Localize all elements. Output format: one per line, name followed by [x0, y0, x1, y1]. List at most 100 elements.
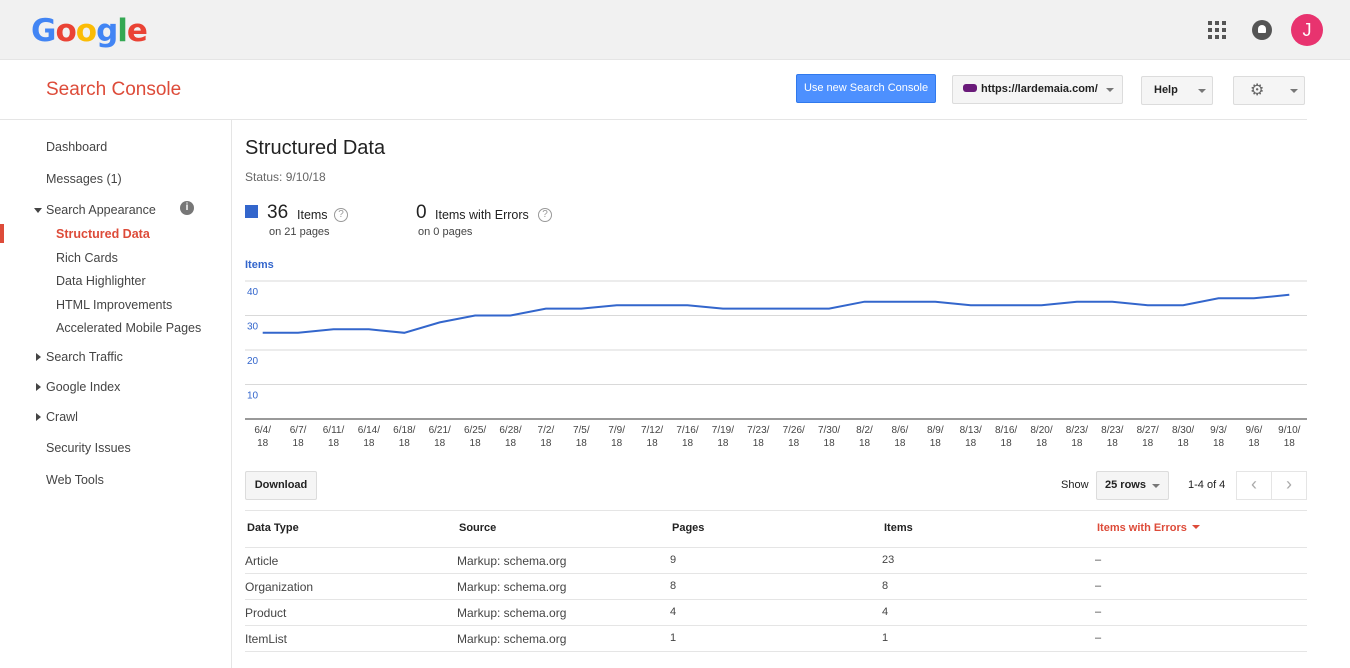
column-header-source[interactable]: Source: [459, 522, 496, 534]
items-count: 36: [267, 202, 289, 223]
data-point: [438, 320, 442, 324]
help-circle-icon[interactable]: ?: [334, 208, 348, 222]
data-point: [686, 303, 690, 307]
page-title: Structured Data: [245, 137, 386, 159]
column-header-items[interactable]: Items: [884, 522, 913, 534]
column-header-items-with-errors[interactable]: Items with Errors: [1097, 522, 1200, 534]
data-point: [509, 314, 513, 318]
x-tick-label: 6/25/: [464, 425, 486, 436]
avatar[interactable]: J: [1291, 14, 1323, 46]
x-tick-label: 9/3/: [1210, 425, 1227, 436]
bell-icon[interactable]: [1252, 20, 1272, 40]
x-tick-label: 8/20/: [1030, 425, 1052, 436]
x-tick-label: 8/23/: [1101, 425, 1123, 436]
logo-letter: g: [96, 13, 118, 49]
download-button[interactable]: Download: [245, 471, 317, 500]
sidebar-item-html-improvements[interactable]: HTML Improvements: [56, 298, 172, 312]
site-selector[interactable]: https://lardemaia.com/: [952, 75, 1123, 104]
x-tick-label: 18: [257, 438, 269, 449]
info-icon[interactable]: i: [180, 201, 194, 215]
table-cell[interactable]: ItemList: [245, 632, 287, 646]
sidebar-item-security-issues[interactable]: Security Issues: [46, 441, 131, 455]
table-row-divider: [245, 599, 1307, 600]
site-url: https://lardemaia.com/: [981, 83, 1098, 95]
data-point: [721, 307, 725, 311]
rows-per-page-select[interactable]: 25 rows: [1096, 471, 1169, 500]
x-tick-label: 6/21/: [429, 425, 451, 436]
items-pages: on 21 pages: [269, 226, 330, 238]
x-tick-label: 9/10/: [1278, 425, 1300, 436]
data-point: [615, 303, 619, 307]
table-cell: 4: [882, 606, 889, 618]
show-label: Show: [1061, 479, 1089, 491]
table-cell[interactable]: Organization: [245, 580, 313, 594]
data-point: [898, 300, 902, 304]
items-line-chart[interactable]: 10 20 30 40 6/4/18 6/7/18 6/11/18 6/14/18 6/18/1…: [240, 278, 1310, 453]
table-cell: Markup: schema.org: [457, 580, 567, 594]
data-point: [367, 327, 371, 331]
top-bar: Google J: [0, 0, 1350, 60]
sidebar-item-web-tools[interactable]: Web Tools: [46, 473, 104, 487]
sidebar-item-rich-cards[interactable]: Rich Cards: [56, 251, 118, 265]
chevron-left-icon[interactable]: ‹: [1236, 471, 1272, 500]
triangle-right-icon: [36, 383, 41, 391]
x-tick-label: 18: [1107, 438, 1119, 449]
data-point: [792, 307, 796, 311]
sidebar-item-structured-data[interactable]: Structured Data: [56, 227, 150, 241]
data-point: [1146, 303, 1150, 307]
sidebar-item-search-traffic[interactable]: Search Traffic: [46, 350, 123, 364]
sidebar-item-google-index[interactable]: Google Index: [46, 380, 120, 394]
sidebar-item-crawl[interactable]: Crawl: [46, 410, 78, 424]
x-tick-label: 18: [894, 438, 906, 449]
data-point: [933, 300, 937, 304]
x-tick-label: 18: [965, 438, 977, 449]
sidebar-item-data-highlighter[interactable]: Data Highlighter: [56, 274, 146, 288]
data-point: [827, 307, 831, 311]
column-header-data-type[interactable]: Data Type: [247, 522, 299, 534]
sort-down-icon: [1191, 525, 1200, 530]
x-tick-label: 18: [1001, 438, 1013, 449]
help-button[interactable]: Help: [1141, 76, 1213, 105]
errors-count: 0: [416, 202, 427, 223]
chart-label: Items: [245, 259, 274, 271]
x-tick-label: 18: [1213, 438, 1225, 449]
table-row-divider: [245, 651, 1307, 652]
x-tick-label: 18: [1284, 438, 1296, 449]
x-tick-label: 18: [363, 438, 375, 449]
use-new-console-button[interactable]: Use new Search Console: [796, 74, 936, 103]
sidebar-item-messages[interactable]: Messages (1): [46, 172, 122, 186]
table-cell: 9: [670, 554, 677, 566]
sidebar-item-dashboard[interactable]: Dashboard: [46, 140, 107, 154]
data-point: [296, 331, 300, 335]
app-title[interactable]: Search Console: [46, 79, 181, 101]
x-tick-label: 18: [788, 438, 800, 449]
table-cell[interactable]: Article: [245, 554, 278, 568]
help-circle-icon[interactable]: ?: [538, 208, 552, 222]
x-tick-label: 6/14/: [358, 425, 380, 436]
x-tick-label: 18: [1248, 438, 1260, 449]
settings-button[interactable]: ⚙: [1233, 76, 1305, 105]
x-tick-label: 18: [1036, 438, 1048, 449]
series-legend-swatch[interactable]: [245, 205, 258, 218]
help-label: Help: [1154, 84, 1178, 96]
data-point: [402, 331, 406, 335]
x-tick-label: 7/9/: [608, 425, 625, 436]
data-point: [969, 303, 973, 307]
sidebar-item-amp[interactable]: Accelerated Mobile Pages: [56, 321, 201, 335]
google-logo[interactable]: Google: [31, 13, 148, 49]
chevron-right-icon[interactable]: ›: [1271, 471, 1307, 500]
logo-letter: G: [31, 13, 56, 49]
x-tick-label: 8/2/: [856, 425, 873, 436]
x-tick-label: 18: [1071, 438, 1083, 449]
table-divider: [245, 510, 1307, 511]
apps-grid-icon[interactable]: [1208, 21, 1226, 39]
status-text: Status: 9/10/18: [245, 170, 326, 184]
sidebar-item-search-appearance[interactable]: Search Appearance: [46, 203, 156, 217]
x-tick-label: 6/4/: [254, 425, 271, 436]
table-row-divider: [245, 625, 1307, 626]
y-tick-label: 10: [247, 391, 259, 402]
table-cell[interactable]: Product: [245, 606, 286, 620]
column-header-pages[interactable]: Pages: [672, 522, 704, 534]
x-tick-label: 18: [1142, 438, 1154, 449]
chevron-down-icon: [1198, 89, 1206, 93]
